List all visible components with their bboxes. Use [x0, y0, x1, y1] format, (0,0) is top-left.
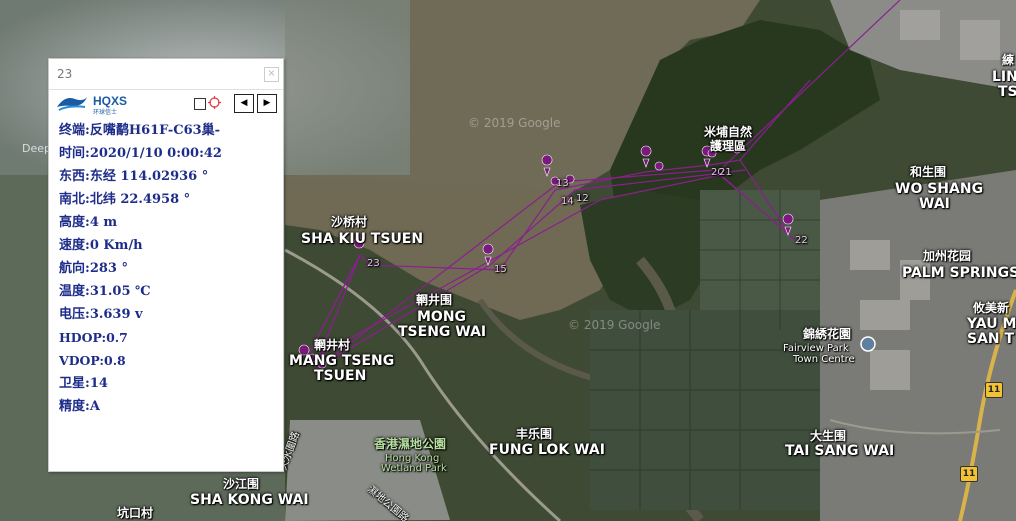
logo-text: HQXS: [93, 94, 128, 108]
place-marker-icon: [860, 336, 876, 352]
place-label: 香港濕地公園: [374, 437, 447, 451]
info-window-titlebar[interactable]: 23 ×: [49, 59, 283, 90]
logo-icon: [57, 97, 87, 111]
place-label: SHA KIU TSUEN: [301, 231, 424, 247]
track-label: 13: [556, 178, 569, 189]
info-row-terminal: 终端:反嘴鹬H61F-C63巢-: [59, 123, 221, 138]
info-row-altitude: 高度:4 m: [59, 215, 118, 230]
place-label: 丰乐围: [516, 427, 553, 441]
place-label: 沙江围: [223, 477, 260, 491]
info-window[interactable]: 23 × HQXS 环球信士 ◀ ▶ 终端:反嘴鹬H61F-C63巢- 时间:2…: [48, 58, 284, 472]
place-label: 大生围: [810, 429, 847, 443]
place-label: 坑口村: [117, 506, 154, 520]
place-label: 米埔自然: [704, 125, 753, 139]
highway-shield-icon: 11: [985, 382, 1003, 398]
place-label: 加州花园: [923, 249, 972, 263]
track-label: 12: [576, 193, 589, 204]
place-label: TSUEN: [314, 368, 367, 384]
info-row-speed: 速度:0 Km/h: [59, 238, 143, 253]
checkbox-icon[interactable]: [194, 98, 206, 110]
next-point-button[interactable]: ▶: [257, 94, 277, 113]
logo-subtext: 环球信士: [93, 109, 118, 116]
place-label: PALM SPRINGS: [902, 265, 1016, 281]
place-label: 和生围: [910, 165, 947, 179]
place-label: Wetland Park: [381, 463, 447, 474]
highway-shield-icon: 11: [960, 466, 978, 482]
info-row-voltage: 电压:3.639 v: [59, 307, 143, 322]
place-label: 攸美新: [973, 301, 1010, 315]
track-label: 23: [367, 258, 380, 269]
water-label: Deep: [22, 142, 51, 155]
target-icon[interactable]: [208, 96, 221, 109]
info-row-hdop: HDOP:0.7: [59, 330, 128, 345]
info-row-vdop: VDOP:0.8: [59, 353, 126, 368]
info-window-title: 23: [57, 67, 73, 81]
map-copyright: © 2019 Google: [568, 318, 661, 332]
place-label: Town Centre: [793, 354, 855, 365]
place-label: 沙桥村: [331, 215, 368, 229]
map-copyright: © 2019 Google: [468, 116, 561, 130]
place-label: 練: [1002, 53, 1015, 67]
close-button[interactable]: ×: [264, 67, 279, 82]
place-label: SAN T: [967, 331, 1015, 347]
info-row-heading: 航向:283 °: [59, 261, 128, 276]
info-rows: 终端:反嘴鹬H61F-C63巢- 时间:2020/1/10 0:00:42 东西…: [59, 119, 222, 418]
place-label: FUNG LOK WAI: [489, 442, 605, 458]
place-label: SHA KONG WAI: [190, 492, 309, 508]
track-label: 14: [561, 196, 574, 207]
place-label: WAI: [919, 196, 950, 212]
place-label: 護理區: [710, 139, 747, 153]
info-row-satellites: 卫星:14: [59, 376, 108, 391]
info-row-latitude: 南北:北纬 22.4958 °: [59, 192, 191, 207]
hqxs-logo: HQXS 环球信士: [55, 93, 135, 116]
place-label: 輞井村: [314, 338, 351, 352]
place-label: 輞井围: [416, 293, 453, 307]
info-row-time: 时间:2020/1/10 0:00:42: [59, 146, 222, 161]
place-label: 錦綉花園: [803, 327, 852, 341]
track-label: 15: [494, 264, 507, 275]
track-label: 21: [719, 167, 732, 178]
prev-point-button[interactable]: ◀: [234, 94, 254, 113]
place-label: TAI SANG WAI: [785, 443, 895, 459]
info-row-temperature: 温度:31.05 ℃: [59, 284, 151, 299]
place-label: Fairview Park: [783, 343, 849, 354]
place-label: TSU: [998, 84, 1016, 100]
track-label: 22: [795, 235, 808, 246]
info-row-longitude: 东西:东经 114.02936 °: [59, 169, 209, 184]
info-row-accuracy: 精度:A: [59, 399, 100, 414]
place-label: TSENG WAI: [398, 324, 487, 340]
